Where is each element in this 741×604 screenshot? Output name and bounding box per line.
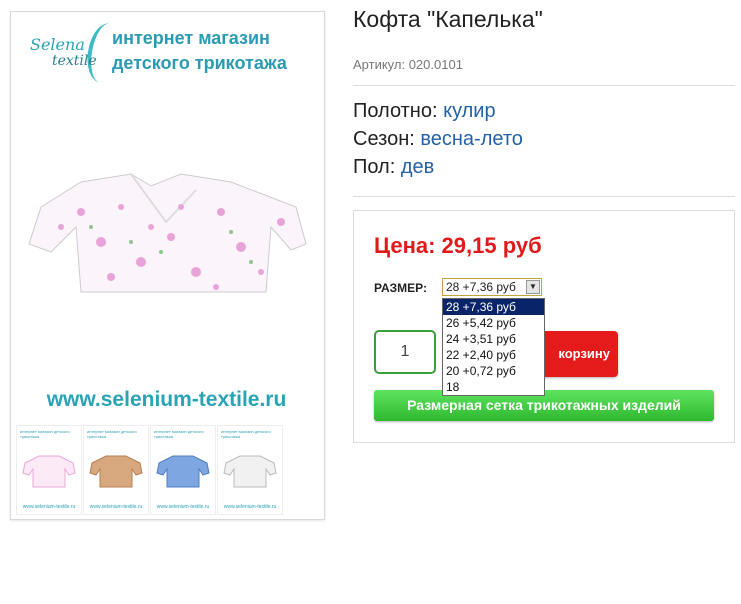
attribute-fabric: Полотно: кулир (353, 100, 496, 123)
thumbnail-caption: интернет магазин детского трикотажа (87, 429, 137, 439)
divider (353, 85, 735, 86)
size-option[interactable]: 26 +5,42 руб (443, 315, 544, 331)
attribute-season: Сезон: весна-лето (353, 128, 523, 151)
sku-label: Артикул: (353, 57, 406, 72)
logo-text: Selena (30, 35, 85, 54)
shirt-image (89, 455, 143, 488)
thumbnail[interactable]: интернет магазин детского трикотажа www.… (150, 425, 216, 515)
thumbnail-strip: интернет магазин детского трикотажа www.… (16, 425, 317, 515)
logo-subtext: textile (52, 53, 97, 69)
size-option[interactable]: 18 (443, 379, 544, 395)
shirt-image (22, 455, 76, 488)
thumbnail-url: www.selenium-textile.ru (89, 504, 143, 510)
chevron-down-icon[interactable]: ▼ (526, 280, 540, 294)
attribute-label: Полотно: (353, 100, 438, 122)
attribute-value: кулир (443, 100, 496, 122)
thumbnail-url: www.selenium-textile.ru (223, 504, 277, 510)
attribute-value: дев (400, 156, 435, 178)
product-gallery: Selena textile интернет магазин детского… (10, 11, 325, 520)
purchase-box: Цена: 29,15 руб РАЗМЕР: 28 +7,36 руб ▼ 2… (353, 210, 735, 443)
divider (353, 196, 735, 197)
attribute-label: Сезон: (353, 128, 415, 150)
thumbnail-caption: интернет магазин детского трикотажа (154, 429, 204, 439)
shirt-image (28, 173, 307, 293)
size-label: РАЗМЕР: (374, 281, 427, 295)
attribute-gender: Пол: дев (353, 156, 434, 179)
sku-value: 020.0101 (408, 57, 463, 72)
size-option[interactable]: 22 +2,40 руб (443, 347, 544, 363)
shop-tagline-2: детского трикотажа (112, 53, 287, 73)
attribute-label: Пол: (353, 156, 396, 178)
shirt-image (223, 455, 277, 488)
size-option[interactable]: 20 +0,72 руб (443, 363, 544, 379)
thumbnail[interactable]: интернет магазин детского трикотажа www.… (16, 425, 82, 515)
thumbnail[interactable]: интернет магазин детского трикотажа www.… (83, 425, 149, 515)
main-product-image[interactable]: Selena textile интернет магазин детского… (16, 17, 317, 422)
quantity-input[interactable]: 1 (374, 330, 436, 374)
size-select-value: 28 +7,36 руб (446, 280, 516, 294)
thumbnail[interactable]: интернет магазин детского трикотажа www.… (217, 425, 283, 515)
thumbnail-url: www.selenium-textile.ru (156, 504, 210, 510)
size-select[interactable]: 28 +7,36 руб ▼ (442, 278, 542, 296)
product-title: Кофта "Капелька" (353, 6, 543, 32)
shirt-image (156, 455, 210, 488)
thumbnail-caption: интернет магазин детского трикотажа (20, 429, 70, 439)
thumbnail-caption: интернет магазин детского трикотажа (221, 429, 271, 439)
size-dropdown-list: 28 +7,36 руб 26 +5,42 руб 24 +3,51 руб 2… (442, 298, 545, 396)
size-option[interactable]: 28 +7,36 руб (443, 299, 544, 315)
thumbnail-url: www.selenium-textile.ru (22, 504, 76, 510)
size-option[interactable]: 24 +3,51 руб (443, 331, 544, 347)
shop-tagline-1: интернет магазин (112, 28, 270, 48)
site-url-watermark: www.selenium-textile.ru (46, 388, 287, 411)
price: Цена: 29,15 руб (374, 233, 542, 258)
attribute-value: весна-лето (420, 128, 523, 150)
sku: Артикул: 020.0101 (353, 57, 463, 72)
